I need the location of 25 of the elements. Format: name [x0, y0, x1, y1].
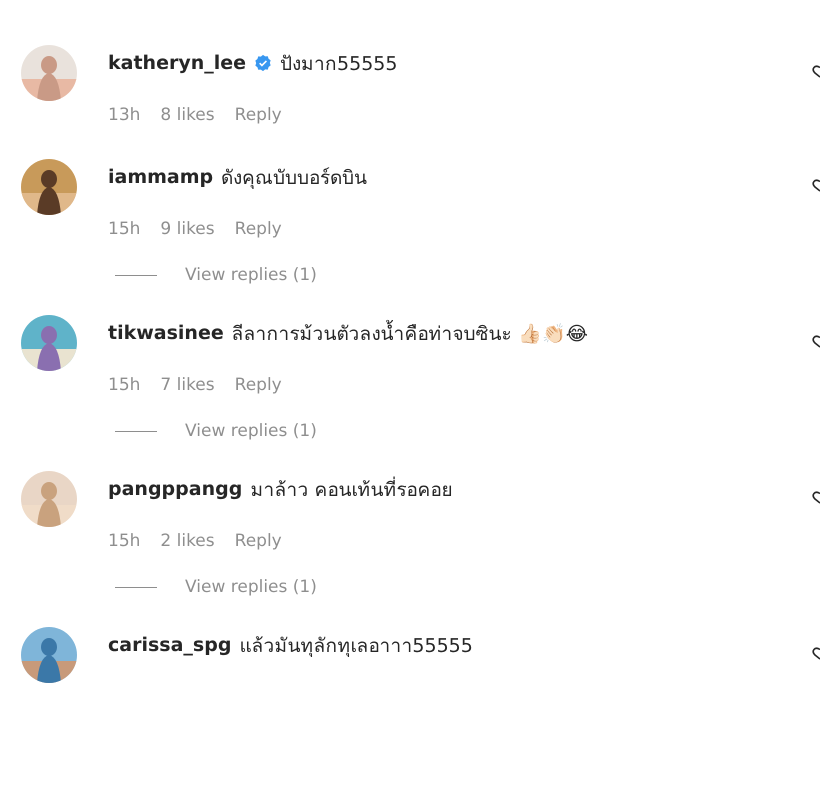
username-link[interactable]: katheryn_lee	[108, 52, 246, 74]
reply-link[interactable]: Reply	[234, 105, 282, 125]
view-replies-link[interactable]: View replies (1)	[185, 265, 317, 285]
comment-time: 15h	[108, 375, 140, 395]
reply-link[interactable]: Reply	[234, 375, 282, 395]
username-link[interactable]: iammamp	[108, 166, 214, 188]
comment-time: 13h	[108, 105, 140, 125]
likes-link[interactable]: 2 likes	[160, 531, 215, 551]
comment-text: แล้วมันทุลักทุเลอาาา55555	[239, 634, 473, 659]
view-replies-link[interactable]: View replies (1)	[185, 421, 317, 441]
comment-time: 15h	[108, 219, 140, 239]
likes-link[interactable]: 9 likes	[160, 219, 215, 239]
comment-text: มาล้าว คอนเท้นที่รอคอย	[250, 474, 452, 504]
likes-link[interactable]: 8 likes	[160, 105, 215, 125]
username-link[interactable]: carissa_spg	[108, 634, 232, 656]
likes-link[interactable]: 7 likes	[160, 375, 215, 395]
reply-link[interactable]: Reply	[234, 219, 282, 239]
comment-text: ลีลาการม้วนตัวลงน้ำคือท่าจบซินะ 👍🏻👏🏻😂	[232, 318, 588, 348]
comment-text: ปังมาก55555	[280, 52, 398, 77]
reply-link[interactable]: Reply	[234, 531, 282, 551]
comment-text: ดังคุณบับบอร์ดบิน	[221, 166, 368, 191]
username-link[interactable]: pangppangg	[108, 478, 242, 500]
username-link[interactable]: tikwasinee	[108, 322, 224, 344]
view-replies-link[interactable]: View replies (1)	[185, 577, 317, 597]
comment-time: 15h	[108, 531, 140, 551]
